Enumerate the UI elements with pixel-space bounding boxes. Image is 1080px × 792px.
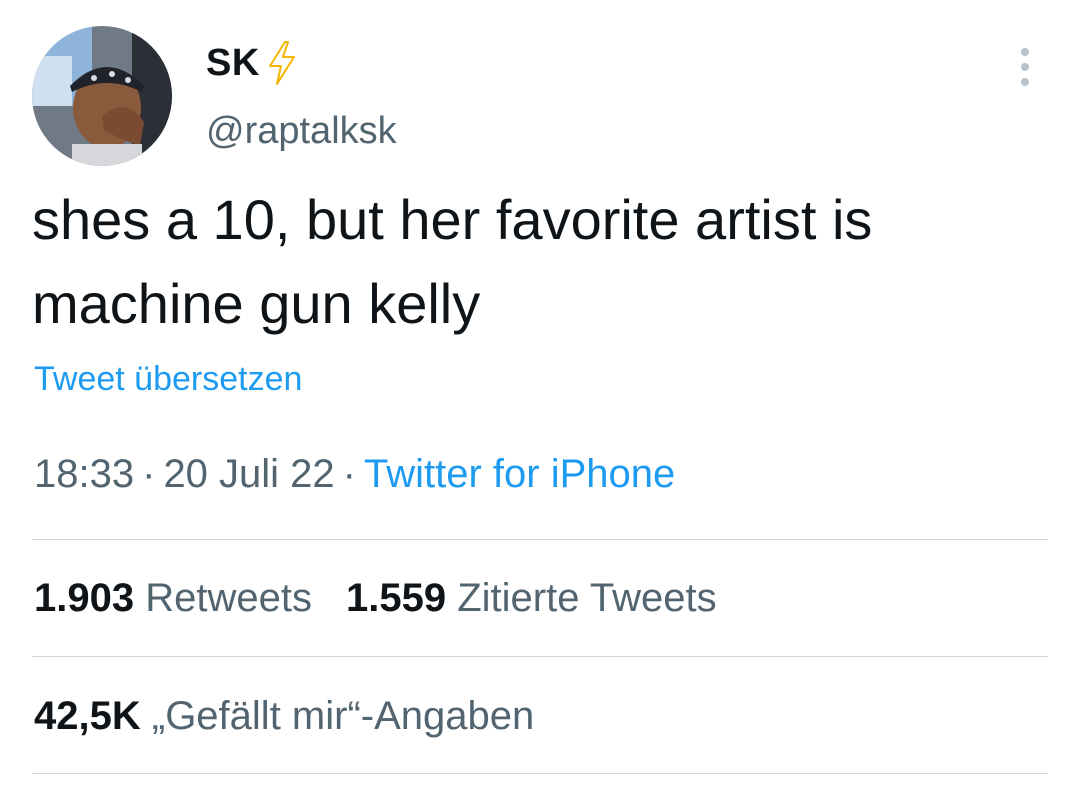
likes-stats-row: 42,5K „Gefällt mir“-Angaben xyxy=(34,694,534,739)
tweet-time: 18:33 xyxy=(34,452,135,496)
tweet-text: shes a 10, but her favorite artist is ma… xyxy=(32,178,1042,346)
retweets-label: Retweets xyxy=(145,576,312,620)
author-name-row: SK xyxy=(206,38,296,88)
avatar[interactable] xyxy=(32,26,172,166)
quote-tweets-count: 1.559 xyxy=(345,576,447,620)
more-vertical-icon[interactable] xyxy=(1012,46,1038,88)
separator: · xyxy=(342,452,356,496)
separator: · xyxy=(142,452,156,496)
quote-tweets-label: Zitierte Tweets xyxy=(457,576,717,620)
divider xyxy=(32,773,1048,774)
avatar-image xyxy=(32,26,172,166)
display-name[interactable]: SK xyxy=(206,42,260,85)
lightning-bolt-icon xyxy=(268,41,296,85)
likes-stat[interactable]: 42,5K „Gefällt mir“-Angaben xyxy=(34,694,534,738)
translate-tweet-link[interactable]: Tweet übersetzen xyxy=(34,360,302,399)
tweet-date: 20 Juli 22 xyxy=(163,452,335,496)
divider xyxy=(32,656,1048,657)
tweet-text-line: shes a 10, but her favorite artist is xyxy=(32,188,873,251)
likes-count: 42,5K xyxy=(34,694,141,738)
tweet-source-link[interactable]: Twitter for iPhone xyxy=(364,452,675,496)
retweets-stat[interactable]: 1.903 Retweets xyxy=(34,576,312,620)
tweet-text-line: machine gun kelly xyxy=(32,272,481,335)
author-handle[interactable]: @raptalksk xyxy=(206,110,397,153)
retweet-stats-row: 1.903 Retweets 1.559 Zitierte Tweets xyxy=(34,576,717,621)
tweet-metadata: 18:33 · 20 Juli 22 · Twitter for iPhone xyxy=(34,452,675,497)
likes-label: „Gefällt mir“-Angaben xyxy=(151,694,535,738)
quote-tweets-stat[interactable]: 1.559 Zitierte Tweets xyxy=(346,576,717,620)
retweets-count: 1.903 xyxy=(34,576,135,620)
divider xyxy=(32,539,1048,540)
